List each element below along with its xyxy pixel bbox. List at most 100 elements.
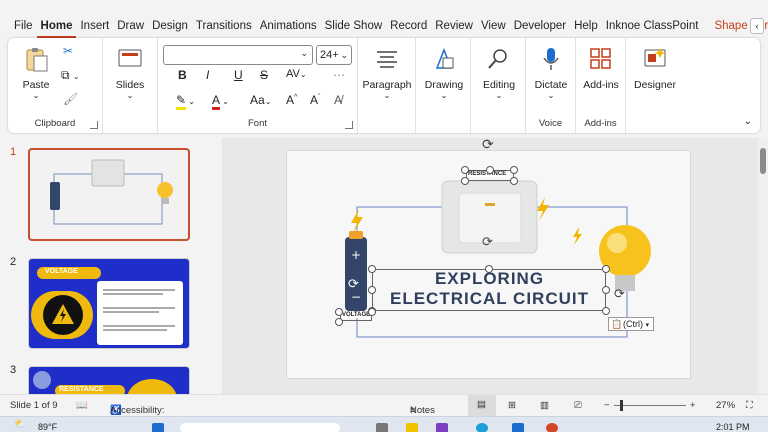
resize-handle[interactable]	[335, 318, 343, 326]
change-case-button[interactable]: Aa⌄	[250, 93, 271, 107]
paste-button[interactable]: Paste ⌄	[18, 46, 54, 100]
resize-handle[interactable]	[485, 265, 493, 273]
resize-handle[interactable]	[486, 166, 494, 174]
tab-scroll-button[interactable]: ‹	[750, 18, 764, 34]
strikethrough-button[interactable]: S	[260, 68, 268, 82]
file-explorer-icon[interactable]	[406, 423, 418, 432]
resize-handle[interactable]	[368, 286, 376, 294]
voltage-label[interactable]: VOLTAGE	[341, 312, 372, 318]
group-add-ins: Add-ins Add-ins	[576, 38, 626, 133]
slides-button[interactable]: Slides ⌄	[109, 46, 151, 100]
rotate-handle-icon[interactable]: ⟳	[482, 136, 494, 153]
app-icon[interactable]	[512, 423, 524, 432]
collapse-ribbon-icon[interactable]: ⌄	[744, 116, 752, 127]
italic-button[interactable]: I	[206, 68, 209, 82]
tab-draw[interactable]: Draw	[113, 14, 148, 38]
cut-icon[interactable]: ✂	[63, 44, 73, 58]
clear-formatting-icon[interactable]: A̸	[334, 93, 342, 107]
edge-icon[interactable]	[476, 423, 488, 432]
zoom-in-button[interactable]: +	[690, 400, 696, 411]
normal-view-button[interactable]: ▤	[468, 395, 496, 417]
tab-review[interactable]: Review	[431, 14, 477, 38]
font-size-input[interactable]: 24+ ⌄	[316, 45, 352, 65]
tab-design[interactable]: Design	[148, 14, 192, 38]
app-icon[interactable]	[436, 423, 448, 432]
add-ins-icon	[590, 48, 611, 69]
resize-handle[interactable]	[510, 166, 518, 174]
tab-view[interactable]: View	[477, 14, 510, 38]
font-dialog-launcher[interactable]	[345, 121, 353, 129]
slide-1-preview	[50, 159, 173, 225]
resize-handle[interactable]	[335, 308, 343, 316]
task-view-icon[interactable]	[376, 423, 388, 432]
title-textbox-selection[interactable]	[372, 269, 606, 311]
bold-button[interactable]: B	[178, 68, 187, 82]
chevron-down-icon: ⌄	[383, 91, 391, 100]
highlight-color-button[interactable]: ✎ ⌄	[176, 93, 195, 110]
drawing-button[interactable]: Drawing ⌄	[418, 46, 470, 100]
tab-help[interactable]: Help	[570, 14, 602, 38]
add-ins-button[interactable]: Add-ins	[578, 46, 624, 91]
underline-button[interactable]: U	[234, 68, 243, 82]
font-color-button[interactable]: A ⌄	[212, 93, 229, 110]
spelling-icon[interactable]: 📖	[76, 400, 88, 411]
reading-view-icon[interactable]: ▥	[540, 400, 549, 411]
dictate-button[interactable]: Dictate ⌄	[528, 46, 574, 100]
tab-slide-show[interactable]: Slide Show	[321, 14, 387, 38]
zoom-slider-thumb[interactable]	[620, 400, 623, 411]
editing-button[interactable]: Editing ⌄	[473, 46, 525, 100]
spacing-label: AV	[286, 68, 300, 80]
resize-handle[interactable]	[602, 307, 610, 315]
paste-icon	[26, 48, 48, 72]
tab-insert[interactable]: Insert	[76, 14, 113, 38]
resize-handle[interactable]	[461, 166, 469, 174]
font-options-icon[interactable]: ⋯	[333, 68, 345, 82]
tab-home[interactable]: Home	[36, 14, 77, 38]
zoom-out-button[interactable]: −	[604, 400, 610, 411]
highlighter-icon: ✎	[176, 93, 187, 110]
search-icon	[488, 49, 507, 69]
tab-animations[interactable]: Animations	[256, 14, 321, 38]
resize-handle[interactable]	[461, 177, 469, 185]
slide-sorter-icon[interactable]: ⊞	[508, 400, 516, 411]
character-spacing-button[interactable]: AV⌄	[286, 68, 307, 80]
designer-button[interactable]: Designer	[628, 46, 682, 91]
rotate-handle-icon[interactable]: ⟳	[482, 234, 493, 250]
tab-record[interactable]: Record	[386, 14, 431, 38]
slides-label: Slides	[115, 79, 145, 91]
slide-thumbnail-1[interactable]	[28, 148, 190, 241]
resize-handle[interactable]	[602, 265, 610, 273]
tab-inknoe-classpoint[interactable]: Inknoe ClassPoint	[602, 14, 703, 38]
resize-handle[interactable]	[602, 286, 610, 294]
resize-handle[interactable]	[368, 308, 376, 316]
font-color-icon: A	[212, 93, 221, 110]
tab-transitions[interactable]: Transitions	[192, 14, 256, 38]
font-name-input[interactable]: ⌄	[163, 45, 313, 65]
tab-file[interactable]: File	[10, 14, 37, 38]
resize-handle[interactable]	[368, 265, 376, 273]
format-painter-icon[interactable]: 🖌	[63, 92, 78, 106]
clipboard-dialog-launcher[interactable]	[90, 121, 98, 129]
resize-handle[interactable]	[510, 177, 518, 185]
search-box[interactable]	[180, 423, 340, 432]
start-icon[interactable]	[152, 423, 164, 432]
rotate-handle-icon[interactable]: ⟳	[348, 276, 359, 292]
slide-show-icon[interactable]: ⎚	[574, 400, 582, 411]
slide-thumbnail-3[interactable]: RESISTANCE	[28, 366, 190, 394]
paste-options-button[interactable]: 📋 (Ctrl) ▾	[608, 317, 654, 331]
chevron-down-icon: ⌄	[495, 91, 503, 100]
zoom-level[interactable]: 27%	[716, 400, 735, 411]
paragraph-button[interactable]: Paragraph ⌄	[360, 46, 414, 100]
zoom-slider[interactable]	[614, 405, 686, 406]
vertical-scrollbar[interactable]	[758, 138, 768, 394]
grow-font-button[interactable]: A^	[286, 93, 297, 107]
powerpoint-icon[interactable]	[546, 423, 558, 432]
copy-icon[interactable]: ⧉ ⌄	[61, 68, 80, 83]
warning-icon	[52, 304, 74, 324]
rotate-handle-icon[interactable]: ⟳	[614, 286, 625, 302]
fit-to-window-icon[interactable]: ⛶	[746, 400, 753, 411]
scrollbar-thumb[interactable]	[760, 148, 766, 174]
tab-developer[interactable]: Developer	[510, 14, 570, 38]
shrink-font-button[interactable]: Aˇ	[310, 93, 320, 107]
slide-thumbnail-2[interactable]: VOLTAGE	[28, 258, 190, 349]
